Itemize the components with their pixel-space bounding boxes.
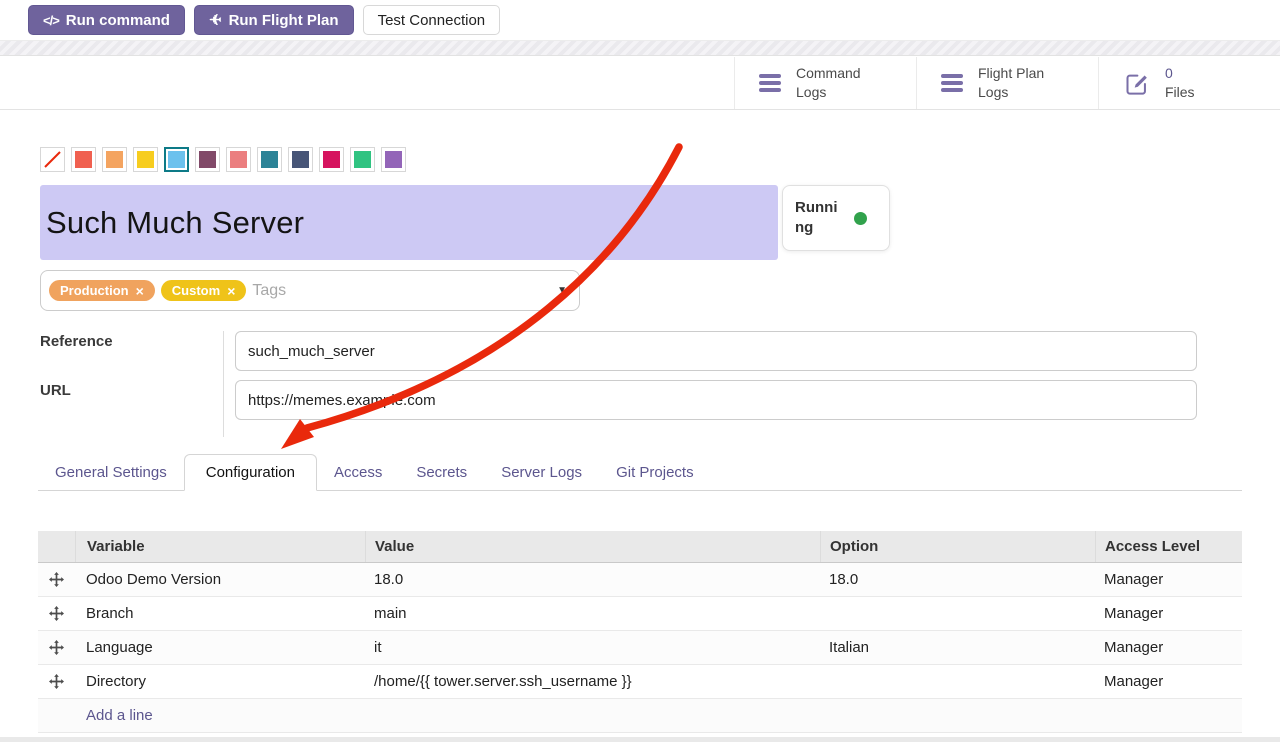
column-header-access-level: Access Level (1095, 531, 1242, 562)
list-icon (759, 74, 781, 92)
drag-handle-icon[interactable] (49, 572, 64, 587)
cell-access-level[interactable]: Manager (1095, 639, 1242, 656)
run-flight-plan-button[interactable]: ✈ Run Flight Plan (194, 5, 354, 35)
add-a-line-link[interactable]: Add a line (86, 707, 153, 724)
color-swatch-salmon[interactable] (226, 147, 251, 172)
tab-secrets[interactable]: Secrets (399, 455, 484, 490)
color-swatch-fuchsia[interactable] (319, 147, 344, 172)
color-swatch-orange[interactable] (102, 147, 127, 172)
cell-value[interactable]: main (365, 605, 820, 622)
cell-access-level[interactable]: Manager (1095, 673, 1242, 690)
remove-tag-icon[interactable]: × (136, 284, 144, 298)
tab-server-logs[interactable]: Server Logs (484, 455, 599, 490)
cell-option[interactable]: 18.0 (820, 571, 1095, 588)
tags-field[interactable]: Production × Custom × Tags ▼ (40, 270, 580, 311)
variables-table: Variable Value Option Access Level Odoo … (38, 531, 1242, 733)
tab-access[interactable]: Access (317, 455, 399, 490)
table-row[interactable]: Odoo Demo Version 18.0 18.0 Manager (38, 563, 1242, 597)
table-row[interactable]: Branch main Manager (38, 597, 1242, 631)
test-connection-label: Test Connection (378, 12, 486, 29)
drag-handle-icon[interactable] (49, 606, 64, 621)
flight-plan-logs-label: Flight Plan Logs (978, 64, 1044, 102)
color-swatch-red[interactable] (71, 147, 96, 172)
color-swatch-medium-blue[interactable] (257, 147, 282, 172)
header-stat-row: Command Logs Flight Plan Logs 0 Files (0, 57, 1280, 110)
run-command-button[interactable]: </> Run command (28, 5, 185, 35)
tag-production[interactable]: Production × (49, 280, 155, 301)
cell-option[interactable]: Italian (820, 639, 1095, 656)
cell-value[interactable]: it (365, 639, 820, 656)
separator-band (0, 40, 1280, 56)
record-title: Such Much Server (46, 205, 304, 241)
table-header: Variable Value Option Access Level (38, 531, 1242, 563)
color-palette (40, 147, 406, 172)
status-label: Running (795, 198, 845, 239)
remove-tag-icon[interactable]: × (227, 284, 235, 298)
files-button[interactable]: 0 Files (1098, 57, 1280, 109)
edit-icon (1123, 70, 1150, 97)
cell-access-level[interactable]: Manager (1095, 571, 1242, 588)
command-logs-label: Command Logs (796, 64, 861, 102)
notebook-tabs: General Settings Configuration Access Se… (38, 452, 1242, 491)
no-color-icon (44, 151, 61, 168)
cell-value[interactable]: 18.0 (365, 571, 820, 588)
list-icon (941, 74, 963, 92)
url-label: URL (40, 382, 71, 399)
chevron-down-icon[interactable]: ▼ (557, 285, 567, 296)
color-swatch-yellow[interactable] (133, 147, 158, 172)
cell-variable[interactable]: Branch (75, 605, 365, 622)
add-line-row: Add a line (38, 699, 1242, 733)
column-header-value: Value (365, 531, 820, 562)
cell-access-level[interactable]: Manager (1095, 605, 1242, 622)
code-icon: </> (43, 13, 59, 28)
color-swatch-light-blue-selected[interactable] (164, 147, 189, 172)
tag-custom[interactable]: Custom × (161, 280, 247, 301)
tab-git-projects[interactable]: Git Projects (599, 455, 711, 490)
cell-variable[interactable]: Language (75, 639, 365, 656)
tab-general-settings[interactable]: General Settings (38, 455, 184, 490)
files-count: 0 (1165, 65, 1173, 81)
table-row[interactable]: Language it Italian Manager (38, 631, 1242, 665)
color-swatch-dark-blue[interactable] (288, 147, 313, 172)
files-label: 0 Files (1165, 64, 1195, 102)
cell-variable[interactable]: Odoo Demo Version (75, 571, 365, 588)
tab-configuration[interactable]: Configuration (184, 454, 317, 491)
color-swatch-dark-purple[interactable] (195, 147, 220, 172)
color-swatch-purple[interactable] (381, 147, 406, 172)
status-dot-green (854, 212, 867, 225)
cell-value[interactable]: /home/{{ tower.server.ssh_username }} (365, 673, 820, 690)
cell-variable[interactable]: Directory (75, 673, 365, 690)
reference-input[interactable] (235, 331, 1197, 371)
run-command-label: Run command (66, 12, 170, 29)
column-header-variable: Variable (75, 531, 365, 562)
paper-plane-icon: ✈ (209, 11, 222, 29)
field-divider (223, 331, 224, 437)
command-logs-button[interactable]: Command Logs (734, 57, 916, 109)
action-toolbar: </> Run command ✈ Run Flight Plan Test C… (28, 5, 500, 35)
status-card[interactable]: Running (782, 185, 890, 251)
run-flight-plan-label: Run Flight Plan (229, 12, 339, 29)
reference-label: Reference (40, 333, 113, 350)
flight-plan-logs-button[interactable]: Flight Plan Logs (916, 57, 1098, 109)
bottom-edge (0, 737, 1280, 742)
color-swatch-no-color[interactable] (40, 147, 65, 172)
drag-handle-icon[interactable] (49, 674, 64, 689)
table-row[interactable]: Directory /home/{{ tower.server.ssh_user… (38, 665, 1242, 699)
record-title-input[interactable]: Such Much Server (40, 185, 778, 260)
column-header-option: Option (820, 531, 1095, 562)
url-input[interactable] (235, 380, 1197, 420)
color-swatch-green[interactable] (350, 147, 375, 172)
test-connection-button[interactable]: Test Connection (363, 5, 501, 35)
tags-placeholder: Tags (252, 282, 551, 300)
drag-handle-icon[interactable] (49, 640, 64, 655)
